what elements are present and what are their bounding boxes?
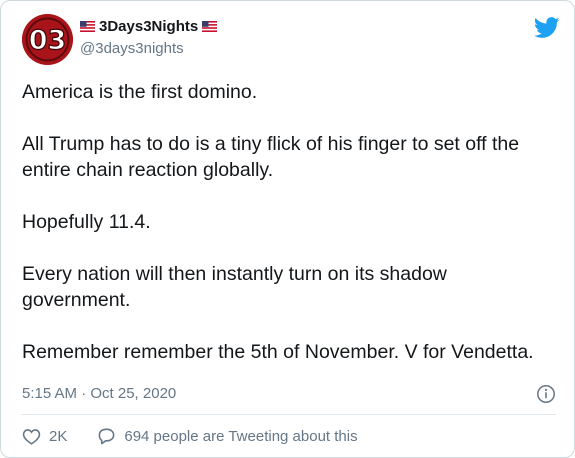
divider	[21, 414, 556, 415]
tweet-paragraph: America is the first domino.	[22, 81, 258, 103]
author-handle[interactable]: @3days3nights	[80, 40, 184, 57]
tweet-paragraph: Every nation will then instantly turn on…	[22, 263, 447, 311]
like-button[interactable]: 2K	[22, 428, 67, 445]
tweet-actions: 2K 694 people are Tweeting about this	[22, 427, 358, 445]
author-display-name[interactable]: 3Days3Nights	[99, 18, 198, 35]
avatar-logo-icon: 03	[22, 14, 73, 65]
tweet-paragraph: All Trump has to do is a tiny flick of h…	[22, 133, 520, 181]
avatar-text: 03	[29, 25, 67, 56]
conversation-text: 694 people are Tweeting about this	[124, 427, 358, 445]
chat-bubble-icon	[98, 428, 115, 445]
twitter-bird-icon[interactable]	[534, 17, 560, 39]
avatar[interactable]: 03	[22, 14, 73, 65]
author-name-row[interactable]: 3Days3Nights	[80, 18, 218, 35]
us-flag-icon	[202, 21, 218, 32]
tweet-timestamp[interactable]: 5:15 AM · Oct 25, 2020	[22, 385, 176, 402]
conversation-button[interactable]: 694 people are Tweeting about this	[97, 427, 358, 445]
tweet-card[interactable]: 03 3Days3Nights @3days3nights America is…	[0, 0, 575, 458]
like-count: 2K	[49, 427, 68, 445]
us-flag-icon	[80, 21, 95, 32]
tweet-paragraph: Hopefully 11.4.	[22, 211, 151, 233]
tweet-text: America is the first domino. All Trump h…	[22, 79, 552, 365]
info-icon[interactable]	[536, 384, 556, 404]
tweet-paragraph: Remember remember the 5th of November. V…	[22, 341, 534, 363]
heart-icon	[22, 428, 41, 445]
